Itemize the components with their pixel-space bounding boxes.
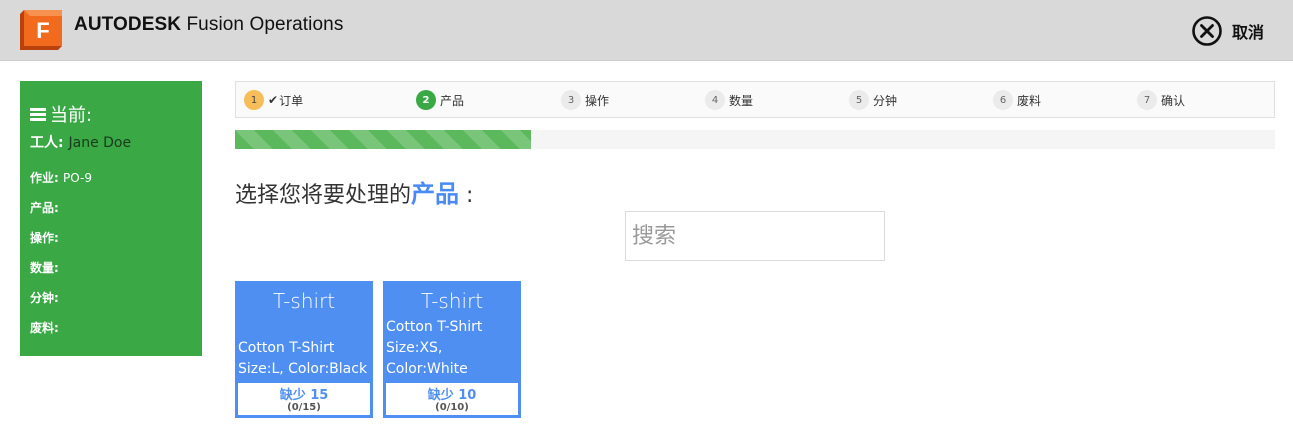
prompt-prefix: 选择您将要处理的 — [235, 183, 412, 208]
page-title: 选择您将要处理的产品 : — [235, 174, 473, 209]
shortage-label: 缺少 10 — [427, 388, 477, 403]
logo-letter: F — [36, 18, 49, 43]
scrap-label: 废料: — [30, 321, 59, 335]
job-value: PO-9 — [63, 171, 92, 185]
check-icon: ✔ — [268, 93, 279, 107]
shortage-box: 缺少 15 (0/15) — [238, 383, 370, 415]
minutes-label: 分钟: — [30, 291, 59, 305]
step-number: 4 — [705, 90, 725, 110]
worker-label: 工人: — [30, 135, 64, 151]
product-row: 产品: — [30, 199, 59, 216]
step-label: 分钟 — [873, 93, 898, 108]
close-circle-icon — [1192, 16, 1222, 46]
product-card[interactable]: T-shirt Cotton T-Shirt Size:L, Color:Bla… — [235, 281, 373, 418]
brand-company: AUTODESK — [74, 14, 182, 35]
step-number: 5 — [849, 90, 869, 110]
operation-row: 操作: — [30, 229, 59, 246]
worker-row: 工人: Jane Doe — [30, 132, 131, 152]
wizard-progress-bar — [235, 130, 1275, 149]
panel-title: 当前: — [30, 101, 92, 127]
product-name: T-shirt — [420, 289, 484, 313]
step-minutes[interactable]: 5 分钟 — [849, 90, 897, 110]
step-number: 3 — [561, 90, 581, 110]
progress-fill — [235, 130, 532, 149]
step-number: 7 — [1137, 90, 1157, 110]
scrap-row: 废料: — [30, 319, 59, 336]
product-attributes-cont: Color:White — [386, 361, 468, 377]
progress-count: (0/10) — [435, 402, 469, 413]
operation-label: 操作: — [30, 231, 59, 245]
step-label: 确认 — [1161, 93, 1186, 108]
step-scrap[interactable]: 6 废料 — [993, 90, 1041, 110]
worker-value: Jane Doe — [68, 135, 132, 151]
step-label: 数量 — [729, 93, 754, 108]
step-number: 2 — [416, 90, 436, 110]
shortage-label: 缺少 15 — [279, 388, 329, 403]
step-number: 6 — [993, 90, 1013, 110]
step-label: 废料 — [1017, 93, 1042, 108]
product-attributes: Size:XS, — [386, 340, 443, 356]
prompt-suffix: : — [459, 183, 474, 208]
step-product[interactable]: 2 产品 — [416, 90, 464, 110]
job-label: 作业: — [30, 171, 59, 185]
prompt-highlight: 产品 — [411, 180, 460, 208]
app-header: F AUTODESK Fusion Operations 取消 — [0, 0, 1293, 61]
product-label: 产品: — [30, 201, 59, 215]
product-attributes: Size:L, Color:Black — [238, 361, 368, 377]
quantity-row: 数量: — [30, 259, 59, 276]
step-label: 操作 — [585, 93, 610, 108]
hamburger-menu-icon[interactable] — [30, 107, 46, 121]
shortage-box: 缺少 10 (0/10) — [386, 383, 518, 415]
search-input[interactable] — [625, 211, 885, 261]
current-job-panel: 当前: 工人: Jane Doe 作业: PO-9 产品: 操作: 数量: 分钟… — [20, 81, 202, 356]
brand-name: AUTODESK Fusion Operations — [74, 14, 343, 36]
step-label: 产品 — [440, 93, 465, 108]
fusion-logo-icon: F — [20, 10, 62, 50]
minutes-row: 分钟: — [30, 289, 59, 306]
job-row: 作业: PO-9 — [30, 169, 92, 186]
step-confirm[interactable]: 7 确认 — [1137, 90, 1185, 110]
product-description: Cotton T-Shirt — [386, 319, 483, 335]
panel-title-label: 当前: — [50, 105, 93, 126]
step-order[interactable]: 1 ✔ 订单 — [244, 90, 303, 110]
product-name: T-shirt — [272, 289, 336, 313]
product-description: Cotton T-Shirt — [238, 340, 335, 356]
cancel-button[interactable]: 取消 — [1191, 15, 1264, 47]
step-label: 订单 — [279, 93, 304, 108]
product-card[interactable]: T-shirt Cotton T-Shirt Size:XS, Color:Wh… — [383, 281, 521, 418]
cancel-label: 取消 — [1232, 23, 1265, 42]
quantity-label: 数量: — [30, 261, 59, 275]
step-operation[interactable]: 3 操作 — [561, 90, 609, 110]
brand-product: Fusion Operations — [186, 14, 344, 35]
progress-count: (0/15) — [287, 402, 321, 413]
wizard-stepper: 1 ✔ 订单 2 产品 3 操作 4 数量 5 分钟 6 废料 7 确认 — [235, 81, 1275, 118]
step-number: 1 — [244, 90, 264, 110]
step-quantity[interactable]: 4 数量 — [705, 90, 753, 110]
